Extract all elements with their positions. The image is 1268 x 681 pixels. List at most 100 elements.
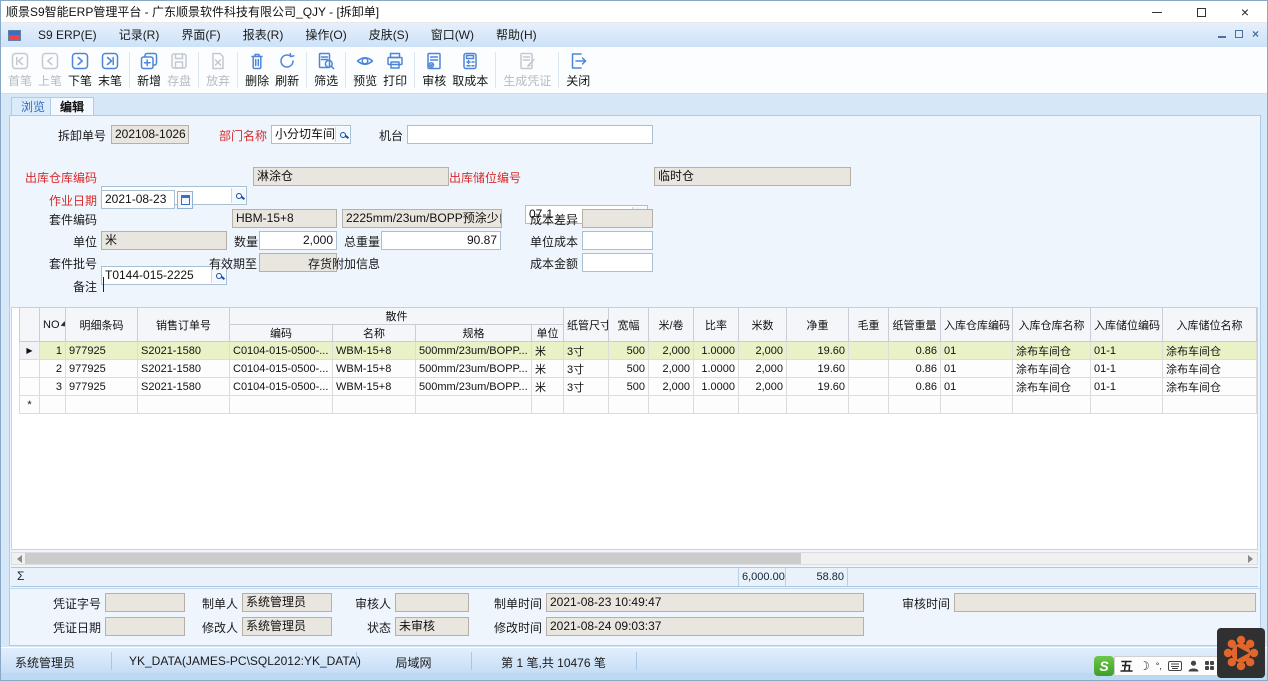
app-icon: [8, 30, 21, 41]
lookup-icon[interactable]: [231, 188, 245, 203]
col-meters[interactable]: 米数: [739, 308, 787, 342]
unit-cost-field[interactable]: [582, 231, 653, 250]
toolbar-separator: [237, 52, 238, 88]
minimize-button[interactable]: [1135, 1, 1179, 23]
auditor-label: 审核人: [351, 596, 391, 612]
current-row-marker-icon[interactable]: ▶: [20, 342, 40, 360]
grid-row-1[interactable]: ▶ 1 977925 S2021-1580 C0104-015-0500-...…: [20, 342, 1257, 360]
make-voucher-button[interactable]: 生成凭证: [500, 49, 554, 91]
work-date-field[interactable]: 2021-08-23: [101, 190, 175, 209]
print-button[interactable]: 打印: [380, 49, 410, 91]
col-in-loc-code[interactable]: 入库储位编码: [1091, 308, 1163, 342]
delete-button[interactable]: 删除: [242, 49, 272, 91]
col-in-wh-name[interactable]: 入库仓库名称: [1013, 308, 1091, 342]
col-m-per-roll[interactable]: 米/卷: [649, 308, 694, 342]
ime-menu-icon[interactable]: [1205, 661, 1214, 670]
maker-field: 系统管理员: [242, 593, 332, 612]
col-part-spec[interactable]: 规格: [416, 325, 532, 342]
scroll-left-icon[interactable]: [12, 553, 25, 564]
user-profile-icon[interactable]: [1188, 660, 1199, 672]
menu-help[interactable]: 帮助(H): [485, 25, 548, 45]
half-full-moon-icon[interactable]: ☽: [1139, 659, 1150, 673]
col-ratio[interactable]: 比率: [694, 308, 739, 342]
mdi-close-icon[interactable]: ×: [1252, 29, 1259, 39]
title-bar: 顺景S9智能ERP管理平台 - 广东顺景软件科技有限公司_QJY - [拆卸单]: [1, 1, 1267, 23]
col-group-parts[interactable]: 散件: [230, 308, 564, 325]
state-label: 状态: [363, 620, 391, 636]
close-form-icon: [568, 51, 588, 71]
toolbar-separator: [345, 52, 346, 88]
qty-field[interactable]: 2,000: [259, 231, 337, 250]
col-no[interactable]: NO: [40, 308, 66, 342]
mdi-controls: ×: [1218, 29, 1259, 39]
menu-window[interactable]: 窗口(W): [420, 25, 485, 45]
discard-button[interactable]: 放弃: [203, 49, 233, 91]
focused-cell[interactable]: 2,000: [739, 342, 787, 360]
menu-operate[interactable]: 操作(O): [294, 25, 357, 45]
menu-record[interactable]: 记录(R): [108, 25, 171, 45]
machine-field[interactable]: [407, 125, 653, 144]
filter-button[interactable]: 筛选: [311, 49, 341, 91]
shunjing-corner-logo[interactable]: [1217, 628, 1265, 678]
close-form-button[interactable]: 关闭: [563, 49, 593, 91]
voucher-no-label: 凭证字号: [49, 596, 101, 612]
last-record-button[interactable]: 末笔: [95, 49, 125, 91]
punctuation-icon[interactable]: °,: [1156, 661, 1162, 671]
menu-interface[interactable]: 界面(F): [170, 25, 231, 45]
grid-row-2[interactable]: 2 977925 S2021-1580 C0104-015-0500-... W…: [20, 360, 1257, 378]
ime-mode-wubi[interactable]: 五: [1120, 656, 1133, 675]
menu-report[interactable]: 报表(R): [232, 25, 295, 45]
dept-field[interactable]: 小分切车间: [271, 125, 351, 144]
close-button[interactable]: ×: [1223, 1, 1267, 23]
col-so-no[interactable]: 销售订单号: [138, 308, 230, 342]
mdi-restore-icon[interactable]: [1235, 30, 1243, 38]
col-net[interactable]: 净重: [787, 308, 849, 342]
row-marker-header[interactable]: [20, 308, 40, 342]
cost-amount-field[interactable]: [582, 253, 653, 272]
refresh-button[interactable]: 刷新: [272, 49, 302, 91]
col-tube-size[interactable]: 纸管尺寸: [564, 308, 609, 342]
col-barcode[interactable]: 明细条码: [66, 308, 138, 342]
get-cost-icon: [460, 51, 480, 71]
voucher-date-label: 凭证日期: [49, 620, 101, 636]
kit-code-label: 套件编码: [45, 212, 97, 228]
first-record-button[interactable]: 首笔: [5, 49, 35, 91]
col-part-code[interactable]: 编码: [230, 325, 333, 342]
new-row-marker-icon[interactable]: *: [20, 396, 40, 414]
bottom-border: [1, 673, 1267, 680]
horizontal-scrollbar[interactable]: [11, 552, 1258, 565]
grid-row-3[interactable]: 3 977925 S2021-1580 C0104-015-0500-... W…: [20, 378, 1257, 396]
audit-button[interactable]: 审核: [419, 49, 449, 91]
col-part-unit[interactable]: 单位: [532, 325, 564, 342]
next-record-button[interactable]: 下笔: [65, 49, 95, 91]
scroll-right-icon[interactable]: [1244, 553, 1257, 564]
cost-diff-label: 成本差异: [526, 212, 578, 228]
add-button[interactable]: 新增: [134, 49, 164, 91]
preview-button[interactable]: 预览: [350, 49, 380, 91]
mdi-minimize-icon[interactable]: [1218, 36, 1226, 38]
prev-record-button[interactable]: 上笔: [35, 49, 65, 91]
total-weight-label: 总重量: [338, 234, 380, 250]
calendar-button[interactable]: [177, 191, 193, 209]
col-in-wh-code[interactable]: 入库仓库编码: [941, 308, 1013, 342]
ime-logo-icon[interactable]: S: [1094, 656, 1114, 676]
soft-keyboard-icon[interactable]: [1168, 661, 1182, 671]
col-part-name[interactable]: 名称: [333, 325, 416, 342]
save-button[interactable]: 存盘: [164, 49, 194, 91]
detail-grid: NO 明细条码 销售订单号 散件 纸管尺寸 宽幅 米/卷 比率 米数 净重 毛重…: [19, 307, 1257, 414]
maximize-button[interactable]: [1179, 1, 1223, 23]
get-cost-button[interactable]: 取成本: [449, 49, 491, 91]
col-tube-weight[interactable]: 纸管重量: [889, 308, 941, 342]
col-width[interactable]: 宽幅: [609, 308, 649, 342]
total-weight-field[interactable]: 90.87: [381, 231, 501, 250]
col-gross[interactable]: 毛重: [849, 308, 889, 342]
doc-no-field[interactable]: 202108-1026: [111, 125, 189, 144]
col-in-loc-name[interactable]: 入库储位名称: [1163, 308, 1257, 342]
menu-s9erp[interactable]: S9 ERP(E): [27, 25, 108, 45]
grid-new-row[interactable]: *: [20, 396, 1257, 414]
tab-edit[interactable]: 编辑: [50, 97, 94, 116]
scrollbar-thumb[interactable]: [25, 553, 801, 564]
tab-browse[interactable]: 浏览: [11, 97, 55, 116]
lookup-icon[interactable]: [335, 127, 349, 142]
menu-skin[interactable]: 皮肤(S): [358, 25, 420, 45]
